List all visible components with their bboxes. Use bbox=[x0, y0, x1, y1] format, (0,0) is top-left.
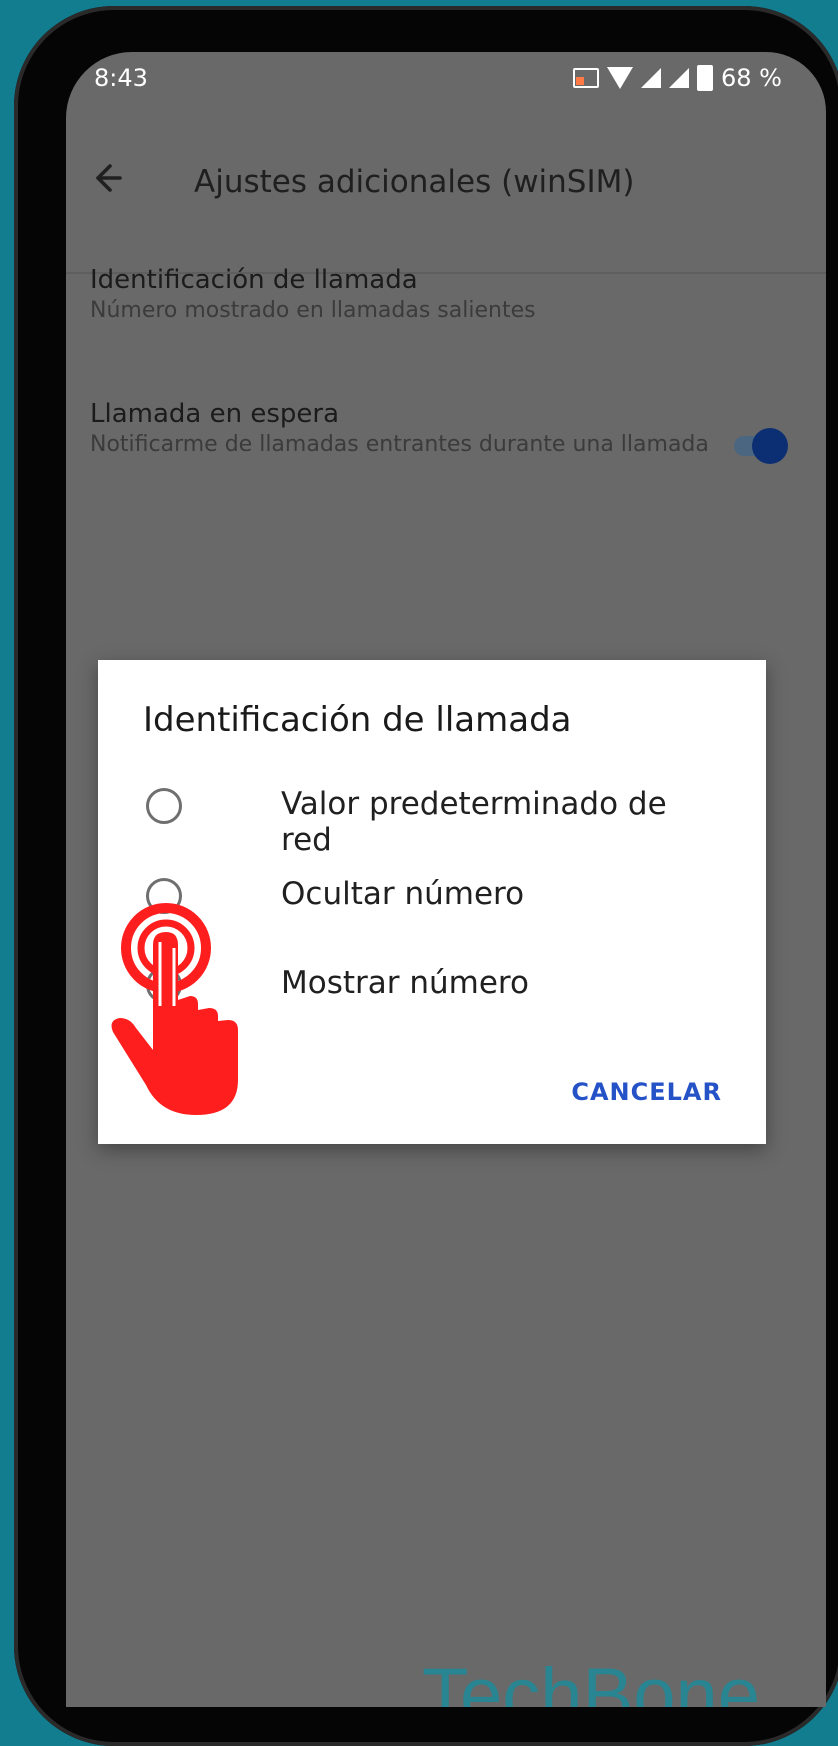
call-waiting-toggle[interactable] bbox=[734, 428, 788, 464]
battery-icon bbox=[697, 65, 714, 91]
option-label: Ocultar número bbox=[281, 876, 525, 912]
setting-subtitle: Notificarme de llamadas entrantes durant… bbox=[90, 432, 709, 457]
setting-caller-id[interactable]: Identificación de llamada Número mostrad… bbox=[90, 264, 710, 326]
option-network-default[interactable]: Valor predeterminado de red bbox=[146, 778, 726, 858]
radio-button[interactable] bbox=[146, 788, 182, 824]
option-label: Valor predeterminado de red bbox=[281, 786, 667, 858]
signal-icon bbox=[641, 68, 662, 88]
dialog-title: Identificación de llamada bbox=[143, 700, 572, 740]
status-time: 8:43 bbox=[94, 64, 148, 92]
option-label: Mostrar número bbox=[281, 965, 529, 1001]
tap-hand-icon bbox=[111, 903, 238, 1115]
page-title: Ajustes adicionales (winSIM) bbox=[194, 164, 635, 200]
setting-title: Identificación de llamada bbox=[90, 265, 418, 295]
wifi-icon bbox=[607, 67, 634, 89]
battery-percent: 68 % bbox=[721, 64, 782, 92]
app-bar: Ajustes adicionales (winSIM) bbox=[66, 136, 826, 274]
cast-icon bbox=[573, 68, 600, 88]
setting-title: Llamada en espera bbox=[90, 399, 340, 429]
signal-icon bbox=[669, 68, 690, 88]
back-arrow-icon[interactable] bbox=[86, 158, 126, 198]
status-bar: 8:43 68 % bbox=[66, 52, 826, 112]
setting-subtitle: Número mostrado en llamadas salientes bbox=[90, 298, 536, 323]
setting-call-waiting[interactable]: Llamada en espera Notificarme de llamada… bbox=[90, 398, 710, 460]
toggle-thumb bbox=[752, 428, 788, 464]
cancel-button[interactable]: CANCELAR bbox=[571, 1078, 722, 1106]
watermark-logo: TechBone bbox=[422, 1653, 761, 1707]
status-icons: 68 % bbox=[573, 64, 782, 92]
